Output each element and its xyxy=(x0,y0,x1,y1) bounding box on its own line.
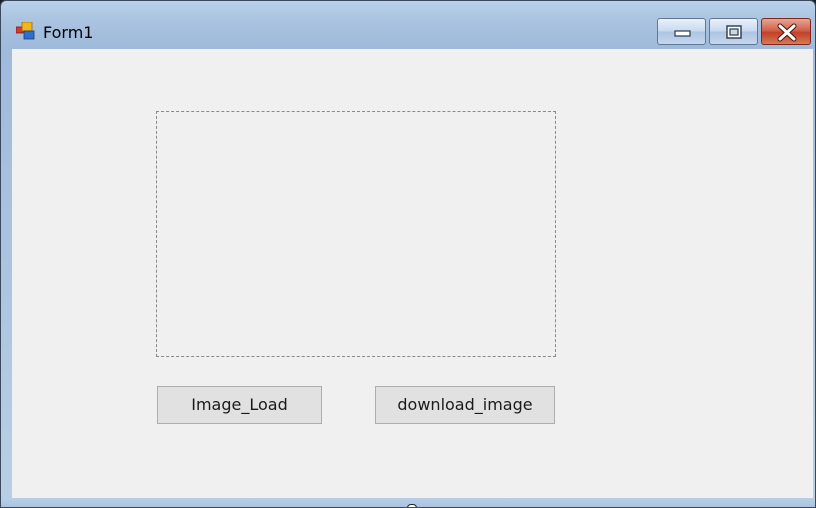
form-client-area: Image_Load download_image xyxy=(12,49,813,498)
close-button[interactable] xyxy=(761,18,811,45)
window-title: Form1 xyxy=(43,23,94,42)
download-image-button[interactable]: download_image xyxy=(375,386,555,424)
image-load-button[interactable]: Image_Load xyxy=(157,386,322,424)
form-window: Form1 Image_Load download_image xyxy=(0,0,816,508)
title-bar[interactable]: Form1 xyxy=(1,1,815,47)
minimize-button[interactable] xyxy=(657,18,706,45)
picture-box[interactable] xyxy=(156,111,556,357)
mouse-cursor-icon xyxy=(407,504,417,507)
maximize-button[interactable] xyxy=(709,18,758,45)
app-icon xyxy=(15,21,36,40)
